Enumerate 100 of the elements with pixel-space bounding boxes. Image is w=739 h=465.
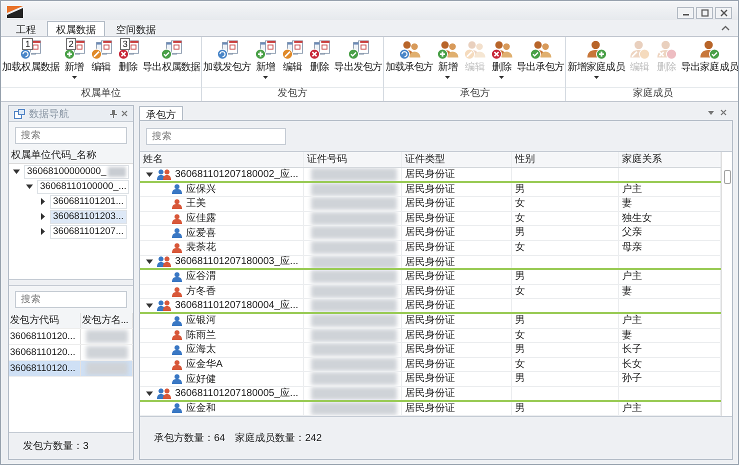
- ribbon-button[interactable]: 3 删除: [114, 37, 142, 87]
- table-row[interactable]: 36068110120...: [9, 329, 133, 345]
- expander-icon[interactable]: [13, 168, 20, 175]
- contractor-name[interactable]: 360681101207180005_应...: [175, 386, 298, 400]
- tree-node[interactable]: 36068110100000_...: [37, 180, 130, 194]
- contractor-name[interactable]: 360681101207180004_应...: [175, 299, 298, 312]
- member-name[interactable]: 应好健: [186, 372, 216, 386]
- people-icon: [435, 40, 460, 60]
- key-tip: 3: [120, 38, 130, 50]
- group-label: 承包方: [384, 87, 566, 101]
- table-cell: 居民身份证: [402, 328, 512, 342]
- table-cell: 居民身份证: [402, 358, 512, 372]
- ribbon-button[interactable]: 新增家庭成员: [566, 37, 626, 87]
- search-field[interactable]: 搜索: [15, 291, 127, 308]
- ribbon-button[interactable]: 1 加载权属数据: [1, 37, 61, 87]
- member-name[interactable]: 应佳露: [186, 212, 216, 226]
- ribbon-button[interactable]: 2 新增: [60, 37, 88, 87]
- tree-node[interactable]: 360681101207...: [50, 224, 127, 238]
- ribbon-tab[interactable]: 工程: [7, 21, 45, 36]
- expander-icon[interactable]: [146, 170, 153, 178]
- people-icon: [462, 40, 488, 60]
- ribbon-button[interactable]: 删除: [306, 37, 334, 87]
- pin-icon[interactable]: [110, 110, 117, 118]
- expander-icon[interactable]: [146, 302, 153, 310]
- scrollbar[interactable]: [721, 152, 732, 416]
- maximize-button[interactable]: [696, 6, 713, 18]
- table-cell: 居民身份证: [402, 284, 512, 298]
- table-cell: 居民身份证: [402, 197, 512, 211]
- expander-icon[interactable]: [146, 390, 153, 397]
- contractor-name[interactable]: 360681101207180002_应...: [175, 168, 298, 181]
- document-icon: [346, 40, 371, 60]
- expander-icon[interactable]: [39, 228, 46, 235]
- table-cell: 居民身份证: [402, 240, 512, 255]
- expander-icon[interactable]: [39, 213, 46, 220]
- search-field[interactable]: 搜索: [15, 127, 127, 144]
- ribbon-button[interactable]: 加载承包方: [384, 37, 434, 87]
- table-cell: 男: [512, 402, 619, 416]
- people-icon: [396, 40, 422, 60]
- blurred-patch: [86, 362, 128, 375]
- member-name[interactable]: 应金华A: [186, 358, 223, 372]
- ribbon-button[interactable]: 编辑: [88, 37, 115, 87]
- table-cell: 户主: [619, 182, 721, 196]
- table-cell: 长子: [619, 343, 721, 357]
- people-icon: [489, 40, 514, 60]
- member-name[interactable]: 应银河: [186, 314, 216, 328]
- ribbon-button[interactable]: 导出承包方: [515, 37, 566, 87]
- close-icon[interactable]: [720, 109, 727, 116]
- key-tip: 1: [22, 38, 33, 50]
- table-cell: 妻: [619, 197, 721, 211]
- table-cell: 居民身份证: [402, 256, 512, 268]
- search-field[interactable]: 搜索: [146, 128, 286, 144]
- member-name[interactable]: 应金和: [186, 402, 216, 415]
- people-icon: [157, 256, 171, 268]
- ribbon-tab[interactable]: 权属数据: [47, 21, 105, 36]
- ribbon-button[interactable]: 编辑: [279, 37, 306, 87]
- member-name[interactable]: 应谷渭: [186, 270, 216, 284]
- ribbon-button[interactable]: 删除: [488, 37, 516, 87]
- tree-node[interactable]: 360681101203...: [50, 210, 127, 224]
- close-button[interactable]: [715, 6, 732, 18]
- table-cell: 长女: [619, 358, 721, 372]
- table-cell: 户主: [619, 314, 721, 328]
- expander-icon[interactable]: [39, 198, 46, 205]
- member-name[interactable]: 陈雨兰: [186, 328, 216, 342]
- people-icon: [157, 168, 171, 180]
- ribbon-tab[interactable]: 空间数据: [107, 21, 165, 36]
- status-text: 发包方数量：3: [23, 440, 89, 453]
- expander-icon[interactable]: [26, 183, 33, 190]
- column-header: 姓名: [140, 152, 304, 167]
- contractor-name[interactable]: 360681101207180003_应...: [175, 256, 298, 268]
- collapse-ribbon-icon[interactable]: [721, 25, 730, 31]
- member-name[interactable]: 应爱喜: [186, 226, 216, 240]
- column-header: 权属单位代码_名称: [9, 149, 133, 164]
- dropdown-icon[interactable]: [708, 110, 714, 114]
- member-name[interactable]: 应保兴: [186, 182, 216, 196]
- member-name[interactable]: 王美: [186, 197, 206, 210]
- tree-node[interactable]: 36068100000000_: [24, 164, 130, 178]
- ribbon-button[interactable]: 新增: [252, 37, 280, 87]
- member-name[interactable]: 方冬香: [186, 285, 216, 298]
- member-name[interactable]: 裴荼花: [186, 241, 216, 254]
- minimize-button[interactable]: [677, 6, 694, 18]
- table-cell: 居民身份证: [402, 314, 512, 328]
- expander-icon[interactable]: [146, 258, 153, 266]
- close-icon[interactable]: [121, 110, 128, 117]
- ribbon-button[interactable]: 导出权属数据: [142, 37, 202, 87]
- ribbon-button[interactable]: 导出家庭成员: [680, 37, 738, 87]
- table-row[interactable]: 36068110120...: [9, 361, 133, 377]
- ribbon-button[interactable]: 加载发包方: [202, 37, 252, 87]
- tree-node[interactable]: 360681101201...: [50, 194, 127, 208]
- ribbon-button[interactable]: 导出发包方: [333, 37, 384, 87]
- table-cell: 居民身份证: [402, 182, 512, 196]
- table-cell: 父亲: [619, 226, 721, 240]
- panel-title: 数据导航: [29, 108, 69, 120]
- document-tab[interactable]: 承包方: [139, 106, 183, 120]
- table-cell: 36068110120...: [9, 345, 81, 360]
- document-icon: [214, 40, 240, 60]
- table-cell: 女: [512, 240, 619, 255]
- group-label: 权属单位: [1, 87, 202, 101]
- table-cell: 男: [512, 372, 619, 386]
- ribbon-button[interactable]: 新增: [434, 37, 462, 87]
- member-name[interactable]: 应海太: [186, 343, 216, 356]
